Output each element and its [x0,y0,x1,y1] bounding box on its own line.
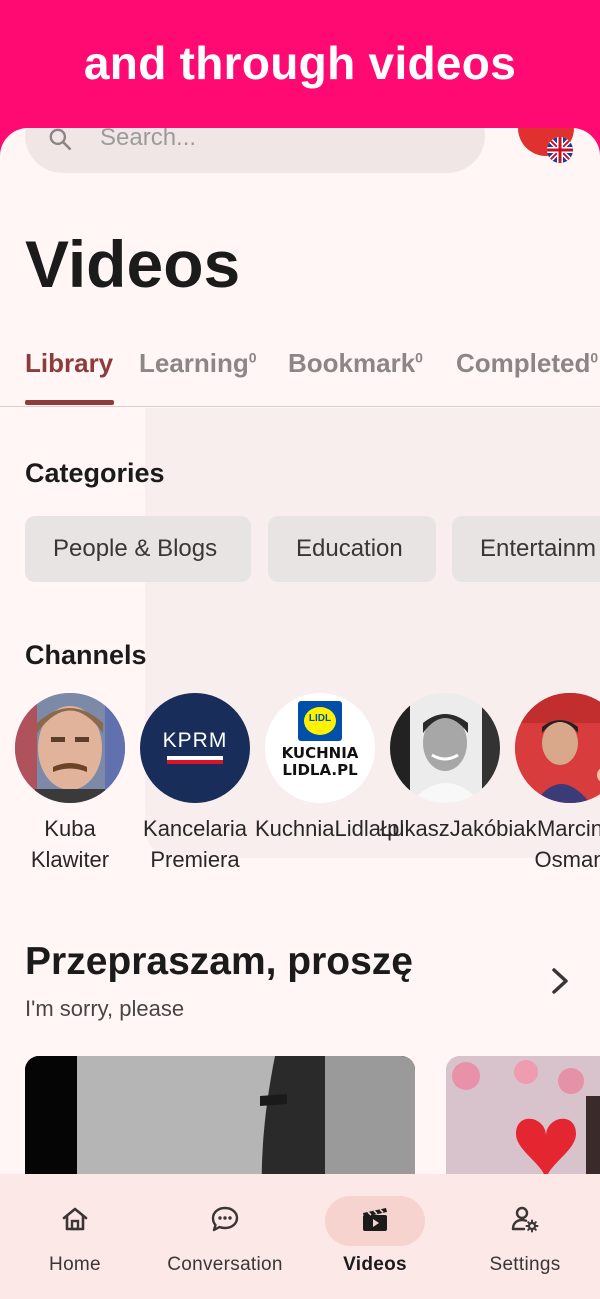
channel-kancelaria-premiera[interactable]: KPRM Kancelaria Premiera [140,693,250,875]
nav-label: Settings [489,1254,561,1275]
kprm-logo: KPRM [162,729,228,752]
channel-kuba-klawiter[interactable]: Kuba Klawiter [15,693,125,875]
playlist-subtitle: I'm sorry, please [25,996,185,1021]
tab-bookmark[interactable]: Bookmark0 [288,348,423,379]
uk-flag-icon[interactable] [547,137,573,163]
channels-heading: Channels [25,640,147,670]
tab-count: 0 [248,349,257,366]
tab-count: 0 [415,349,423,366]
tab-completed[interactable]: Completed0 [456,348,598,379]
page-title: Videos [25,227,241,301]
search-bar[interactable]: Search... [25,128,485,173]
channel-name: Kuba Klawiter [30,816,110,872]
search-input[interactable]: Search... [100,128,196,152]
home-icon [62,1207,88,1231]
banner-title: and through videos [83,37,517,89]
nav-home[interactable]: Home [0,1174,150,1299]
channel-avatar [390,693,500,803]
kuchnia-logo-text: KUCHNIA LIDLA.PL [281,744,359,779]
channel-name: KuchniaLidla.pl [255,816,405,841]
channel-name: Marcin Osman [534,816,600,872]
category-chip-education[interactable]: Education [268,516,436,582]
tab-label: Completed [456,348,591,378]
channel-avatar: LIDL KUCHNIA LIDLA.PL [265,693,375,803]
nav-settings[interactable]: Settings [450,1174,600,1299]
channel-name: Kancelaria Premiera [143,816,247,872]
channel-avatar [515,693,600,803]
tab-label: Library [25,348,114,378]
nav-videos[interactable]: Videos [300,1174,450,1299]
tab-count: 0 [590,349,599,366]
channel-lukasz-jakobiak[interactable]: ŁukaszJakóbiak [380,693,537,844]
flag-stripe-red [167,760,223,764]
active-tab-indicator [25,400,114,405]
tab-label: Learning [139,348,249,378]
tab-learning[interactable]: Learning0 [139,348,257,379]
nav-label: Conversation [167,1254,283,1275]
category-chip-people-blogs[interactable]: People & Blogs [25,516,251,582]
channel-marcin-osman[interactable]: Marcin Osman [515,693,600,875]
nav-label: Home [49,1254,101,1275]
tab-bar: Library Learning0 Bookmark0 Completed0 [0,336,600,407]
lidl-logo: LIDL [298,701,342,741]
channel-avatar: KPRM [140,693,250,803]
user-settings-icon [511,1206,539,1233]
categories-heading: Categories [25,458,165,488]
channel-avatar [15,693,125,803]
search-icon [49,128,72,151]
channel-kuchnia-lidla[interactable]: LIDL KUCHNIA LIDLA.PL KuchniaLidla.pl [255,693,404,844]
tab-library[interactable]: Library [25,348,113,379]
nav-conversation[interactable]: Conversation [150,1174,300,1299]
tab-label: Bookmark [288,348,416,378]
videos-screen: Search... Videos Library Learning0 Bookm… [0,128,600,1299]
lidl-badge-text: LIDL [308,713,332,724]
category-chip-entertainment[interactable]: Entertainm [452,516,600,582]
chevron-right-icon[interactable] [548,966,572,996]
chat-icon [211,1206,239,1232]
nav-label: Videos [343,1254,407,1275]
clapperboard-icon [363,1208,387,1231]
bottom-navigation: Home Conversation Videos Settings [0,1174,600,1299]
playlist-title: Przepraszam, proszę [25,940,414,983]
channel-name: ŁukaszJakóbiak [380,816,537,841]
